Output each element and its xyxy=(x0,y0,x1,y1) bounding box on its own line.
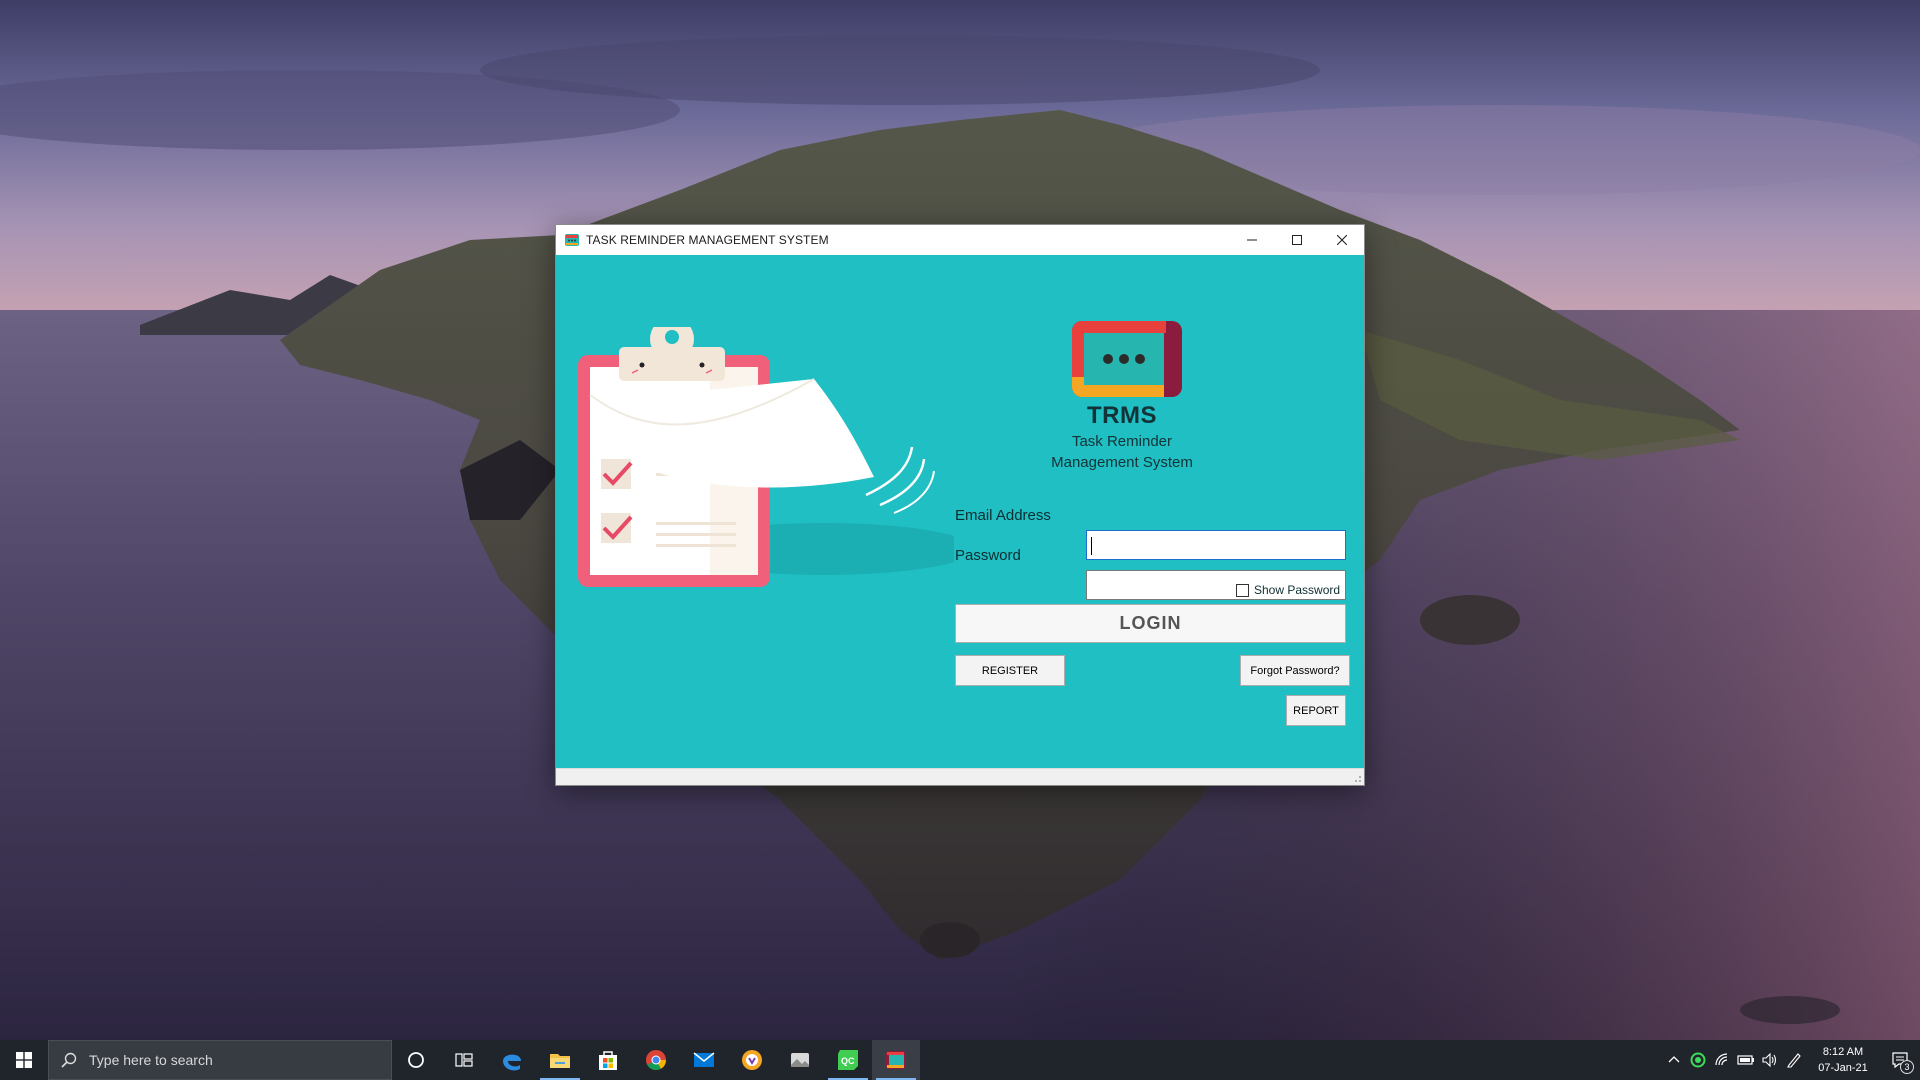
edge-icon xyxy=(503,1054,521,1071)
email-label: Email Address xyxy=(955,507,1051,524)
mail-icon xyxy=(693,1052,715,1067)
green-status-icon xyxy=(1690,1052,1706,1068)
status-bar xyxy=(556,768,1364,785)
action-center-button[interactable]: 3 xyxy=(1880,1040,1920,1080)
forgot-password-button[interactable]: Forgot Password? xyxy=(1240,655,1350,686)
tray-status[interactable] xyxy=(1686,1040,1710,1080)
task-view-button[interactable] xyxy=(440,1040,488,1080)
tray-network[interactable] xyxy=(1710,1040,1734,1080)
chevron-up-icon xyxy=(1668,1056,1680,1063)
store-icon xyxy=(599,1051,617,1070)
taskbar-mail[interactable] xyxy=(680,1040,728,1080)
tray-battery[interactable] xyxy=(1734,1040,1758,1080)
tray-volume[interactable] xyxy=(1758,1040,1782,1080)
taskbar-qt-creator[interactable]: QC xyxy=(824,1040,872,1080)
notification-count-badge: 3 xyxy=(1900,1060,1914,1074)
maximize-button[interactable] xyxy=(1274,225,1319,255)
email-field[interactable] xyxy=(1086,530,1346,560)
taskbar-edge[interactable] xyxy=(488,1040,536,1080)
search-icon xyxy=(61,1052,77,1068)
clock-date: 07-Jan-21 xyxy=(1818,1062,1868,1074)
minimize-icon xyxy=(1246,239,1257,241)
trms-window-icon xyxy=(565,234,579,246)
chrome-icon xyxy=(646,1050,667,1071)
taskbar-search-box[interactable]: Type here to search xyxy=(48,1040,392,1080)
battery-icon xyxy=(1737,1055,1754,1065)
show-password-checkbox[interactable] xyxy=(1236,583,1249,597)
taskbar-store[interactable] xyxy=(584,1040,632,1080)
clock-time: 8:12 AM xyxy=(1822,1046,1864,1058)
maximize-icon xyxy=(1291,235,1302,245)
qt-creator-icon: QC xyxy=(838,1050,858,1070)
search-placeholder: Type here to search xyxy=(89,1052,213,1068)
taskbar-file-explorer[interactable] xyxy=(536,1040,584,1080)
system-tray: 8:12 AM 07-Jan-21 3 xyxy=(1662,1040,1920,1080)
svg-text:QC: QC xyxy=(841,1056,855,1066)
cortana-button[interactable] xyxy=(392,1040,440,1080)
clipboard-illustration-icon xyxy=(578,327,954,587)
app-window: TASK REMINDER MANAGEMENT SYSTEM TRMS Tas… xyxy=(555,224,1365,786)
taskbar-chrome[interactable] xyxy=(632,1040,680,1080)
photos-icon xyxy=(791,1053,809,1067)
windows-logo-icon xyxy=(16,1052,32,1068)
file-explorer-icon xyxy=(550,1054,570,1068)
text-caret xyxy=(1091,537,1092,555)
vpn-icon xyxy=(742,1050,762,1070)
subtitle-line-2: Management System xyxy=(1051,454,1193,471)
report-button[interactable]: REPORT xyxy=(1286,695,1346,726)
volume-icon xyxy=(1762,1053,1777,1067)
show-hidden-icons-button[interactable] xyxy=(1662,1040,1686,1080)
trms-app-icon xyxy=(886,1051,906,1069)
show-password-toggle[interactable]: Show Password xyxy=(1236,583,1340,597)
wifi-icon xyxy=(1715,1053,1728,1066)
taskbar-photos[interactable] xyxy=(776,1040,824,1080)
show-password-label: Show Password xyxy=(1254,583,1341,597)
app-brand-name: TRMS xyxy=(1087,402,1157,429)
pen-icon xyxy=(1787,1053,1801,1068)
close-button[interactable] xyxy=(1319,225,1364,255)
login-button[interactable]: LOGIN xyxy=(955,604,1346,643)
task-view-icon xyxy=(455,1053,473,1067)
taskbar: Type here to search QC 8:12 AM 07-Jan-21… xyxy=(0,1040,1920,1080)
taskbar-trms[interactable] xyxy=(872,1040,920,1080)
app-brand-subtitle: Task Reminder Management System xyxy=(992,431,1252,473)
title-bar[interactable]: TASK REMINDER MANAGEMENT SYSTEM xyxy=(556,225,1364,255)
register-button[interactable]: REGISTER xyxy=(955,655,1065,686)
chat-bubble-dots-icon xyxy=(1072,321,1182,397)
window-title: TASK REMINDER MANAGEMENT SYSTEM xyxy=(586,233,829,247)
cortana-icon xyxy=(408,1052,424,1068)
password-label: Password xyxy=(955,547,1021,564)
taskbar-vpn[interactable] xyxy=(728,1040,776,1080)
start-button[interactable] xyxy=(0,1040,48,1080)
window-controls xyxy=(1229,225,1364,255)
subtitle-line-1: Task Reminder xyxy=(1071,433,1173,450)
taskbar-clock[interactable]: 8:12 AM 07-Jan-21 xyxy=(1806,1040,1880,1080)
resize-grip-icon[interactable] xyxy=(1352,773,1362,783)
tray-pen[interactable] xyxy=(1782,1040,1806,1080)
minimize-button[interactable] xyxy=(1229,225,1274,255)
login-panel: TRMS Task Reminder Management System Ema… xyxy=(556,255,1364,768)
close-icon xyxy=(1336,235,1347,245)
